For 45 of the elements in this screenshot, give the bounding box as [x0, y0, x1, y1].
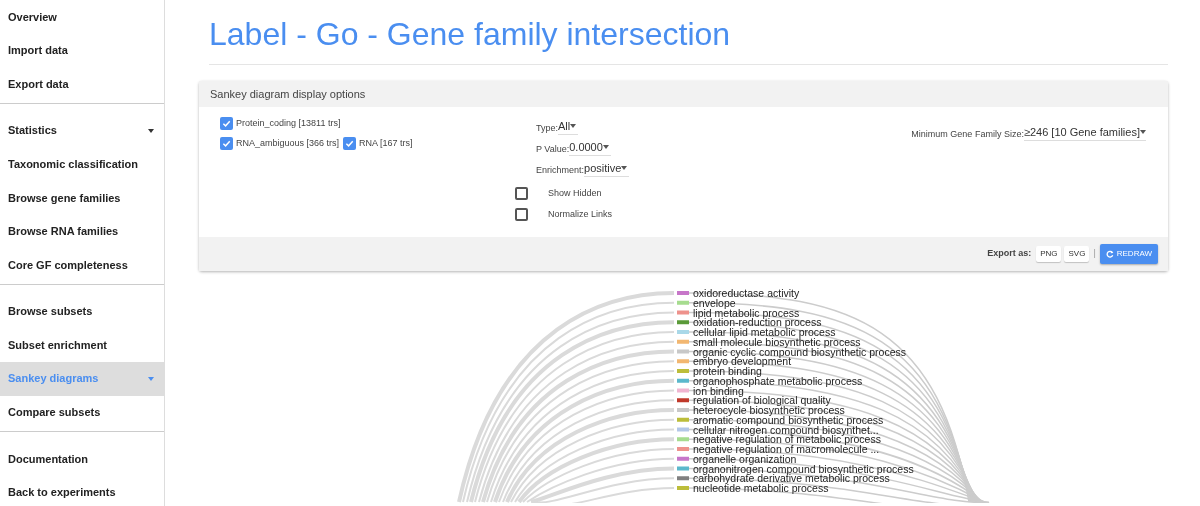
panel-title: Sankey diagram display options [210, 86, 366, 102]
select-label: Type: [536, 121, 558, 135]
separator-text: | [1093, 247, 1096, 261]
select-label: Minimum Gene Family Size: [911, 127, 1024, 141]
caret-icon [148, 128, 154, 133]
caret-icon [1140, 129, 1146, 134]
checkbox[interactable] [220, 136, 233, 150]
checkbox-label: Show Hidden [548, 187, 602, 200]
caret-icon [602, 144, 609, 149]
select-field[interactable]: 0.0000 [569, 138, 611, 156]
caret-icon [148, 376, 154, 381]
checkbox[interactable] [515, 187, 528, 201]
sidebar-item[interactable]: Taxonomic classification [0, 147, 164, 181]
sidebar-item[interactable]: Import data [0, 33, 164, 68]
export-button[interactable]: SVG [1064, 246, 1090, 262]
checkbox-label: RNA_ambiguous [366 trs] [236, 136, 340, 150]
sidebar-item[interactable]: Subset enrichment [0, 328, 164, 362]
caret-icon [570, 123, 577, 128]
sidebar-item[interactable]: Core GF completeness [0, 248, 164, 282]
sidebar-item[interactable]: Back to experiments [0, 475, 164, 506]
sidebar-item[interactable]: Browse RNA families [0, 214, 164, 249]
sidebar-item[interactable]: Documentation [0, 442, 164, 476]
checkbox[interactable] [220, 117, 233, 131]
checkbox[interactable] [343, 136, 357, 150]
sidebar-item[interactable]: Statistics [0, 113, 164, 148]
export-button[interactable]: PNG [1036, 246, 1062, 262]
select-field[interactable]: ≥246 [10 Gene families] [1023, 123, 1146, 141]
sidebar-item[interactable]: Export data [0, 67, 164, 101]
caret-icon [621, 165, 628, 170]
checkbox-label: Protein_coding [13811 trs] [236, 117, 341, 130]
page-title: Label - Go - Gene family intersection [209, 15, 732, 54]
sidebar-item[interactable]: Overview [0, 0, 164, 34]
refresh-icon [1105, 250, 1114, 258]
sidebar-item[interactable]: Compare subsets [0, 395, 164, 430]
sidebar-item[interactable]: Browse subsets [0, 294, 164, 329]
select-label: Enrichment: [536, 163, 585, 177]
select-field[interactable]: All [558, 117, 579, 135]
node-label: oxidoreductase activity [693, 287, 800, 299]
export-label: Export as: [987, 247, 1032, 261]
checkbox-label: Normalize Links [548, 207, 613, 221]
checkbox[interactable] [515, 207, 528, 221]
select-label: P Value: [536, 142, 570, 156]
select-field[interactable]: positive [584, 159, 630, 177]
checkbox-label: RNA [167 trs] [359, 136, 413, 150]
sidebar-item[interactable]: Browse gene families [0, 180, 164, 215]
